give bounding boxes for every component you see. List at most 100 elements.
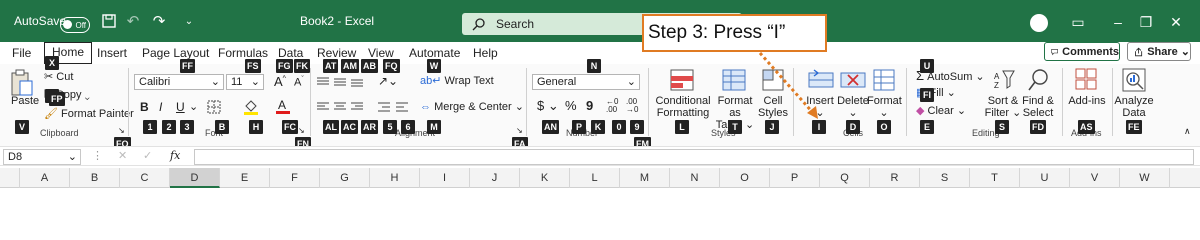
insert-function-button[interactable]: fx <box>170 149 180 162</box>
quick-access-dropdown-icon[interactable]: ⌄ <box>180 13 198 31</box>
confirm-entry-icon[interactable]: ✓ <box>143 149 152 162</box>
format-painter-button[interactable]: 🖌 Format Painter <box>44 107 134 120</box>
increase-decimal-icon[interactable]: ←0.00 <box>606 98 618 114</box>
find-select-icon[interactable] <box>1027 68 1049 95</box>
column-header[interactable]: Q <box>820 168 870 188</box>
alignment-launcher-icon[interactable]: ↘ <box>516 126 523 135</box>
column-header[interactable]: U <box>1020 168 1070 188</box>
save-icon[interactable] <box>100 13 118 31</box>
column-header[interactable]: D <box>170 168 220 188</box>
indent-icons[interactable] <box>377 101 411 116</box>
collapse-ribbon-icon[interactable]: ∧ <box>1184 126 1191 137</box>
column-header[interactable]: F <box>270 168 320 188</box>
increase-font-icon[interactable]: A^ <box>274 74 286 89</box>
delete-cells-label: Delete <box>837 95 869 107</box>
share-button[interactable]: Share ⌄ <box>1127 42 1191 61</box>
autosum-label: AutoSum <box>927 71 973 83</box>
paste-label[interactable]: Paste <box>11 95 39 107</box>
comments-button[interactable]: Comments <box>1044 42 1120 61</box>
cancel-entry-icon[interactable]: ✕ <box>118 149 127 162</box>
column-header[interactable]: B <box>70 168 120 188</box>
insert-cells-button[interactable]: Insert ⌄ <box>803 95 837 119</box>
user-avatar-icon[interactable] <box>1030 14 1048 32</box>
font-size-combo[interactable]: 11 ⌄ <box>226 74 264 90</box>
tab-insert[interactable]: Insert <box>97 44 127 62</box>
merge-center-button[interactable]: ⇔ Merge & Center ⌄ <box>420 100 524 113</box>
font-name-combo[interactable]: Calibri ⌄ <box>134 74 224 90</box>
restore-icon[interactable]: ❐ <box>1136 12 1156 32</box>
column-header[interactable]: V <box>1070 168 1120 188</box>
select-all-corner[interactable] <box>0 168 20 188</box>
keytip-badge: FQ <box>383 59 400 73</box>
tab-file[interactable]: File <box>12 44 31 62</box>
column-header[interactable]: T <box>970 168 1020 188</box>
cell-styles-line2: Styles <box>758 107 788 119</box>
clear-button[interactable]: ◆ Clear ⌄ <box>916 104 966 117</box>
font-color-icon[interactable]: A <box>276 98 290 117</box>
keytip-badge: FP <box>49 92 65 106</box>
column-header[interactable]: M <box>620 168 670 188</box>
formula-input[interactable] <box>194 149 1194 165</box>
font-launcher-icon[interactable]: ↘ <box>298 126 305 135</box>
tab-page-layout[interactable]: Page Layout <box>142 44 209 62</box>
add-ins-button[interactable]: Add-ins <box>1066 95 1108 107</box>
orientation-icon[interactable]: ↗⌄ <box>378 74 398 88</box>
bold-button[interactable]: B <box>140 100 149 114</box>
wrap-text-button[interactable]: ab↵ Wrap Text <box>420 74 494 87</box>
column-header[interactable]: H <box>370 168 420 188</box>
column-header[interactable]: K <box>520 168 570 188</box>
column-header[interactable]: E <box>220 168 270 188</box>
ribbon-display-icon[interactable]: ▭ <box>1068 12 1088 32</box>
decrease-decimal-icon[interactable]: .00 →0 <box>626 98 638 114</box>
analyze-data-icon[interactable] <box>1122 68 1146 95</box>
comma-style-button[interactable]: 9 <box>586 98 593 113</box>
tab-help[interactable]: Help <box>473 44 498 62</box>
number-format-combo[interactable]: General ⌄ <box>532 74 640 90</box>
format-as-table-icon[interactable] <box>722 69 746 94</box>
fill-color-icon[interactable] <box>243 99 259 118</box>
decrease-font-icon[interactable]: Aˇ <box>294 76 304 89</box>
insert-cells-icon[interactable] <box>808 69 834 94</box>
column-header[interactable]: R <box>870 168 920 188</box>
column-header[interactable]: O <box>720 168 770 188</box>
column-header[interactable]: G <box>320 168 370 188</box>
cut-button[interactable]: ✂ Cut <box>44 70 73 83</box>
keytip-badge: B <box>215 120 229 134</box>
redo-icon[interactable]: ↷ <box>150 13 168 31</box>
analyze-data-button[interactable]: Analyze Data <box>1114 95 1154 119</box>
minimize-icon[interactable]: – <box>1108 12 1128 32</box>
underline-dropdown-icon[interactable]: ⌄ <box>189 100 198 113</box>
currency-button[interactable]: $ ⌄ <box>537 98 559 114</box>
column-header[interactable]: C <box>120 168 170 188</box>
column-header[interactable]: P <box>770 168 820 188</box>
keytip-badge: FE <box>1126 120 1142 134</box>
format-cells-icon[interactable] <box>873 69 895 94</box>
conditional-formatting-icon[interactable] <box>670 69 694 94</box>
sort-filter-button[interactable]: Sort & Filter ⌄ <box>983 95 1023 119</box>
align-top-icon[interactable] <box>316 76 366 91</box>
add-ins-icon[interactable] <box>1075 68 1097 93</box>
borders-icon[interactable] <box>207 100 221 117</box>
keytip-badge: H <box>249 120 263 134</box>
align-left-icon[interactable] <box>316 101 366 116</box>
underline-button[interactable]: U <box>176 100 185 114</box>
column-header[interactable]: A <box>20 168 70 188</box>
sort-filter-icon[interactable]: AZ <box>993 69 1015 94</box>
autosave-toggle[interactable]: Off <box>60 17 90 33</box>
name-box-chevron-icon[interactable]: ⌄ <box>68 150 77 164</box>
delete-cells-button[interactable]: Delete ⌄ <box>835 95 871 119</box>
italic-button[interactable]: I <box>159 100 162 114</box>
cell-styles-icon[interactable] <box>762 69 784 94</box>
column-header[interactable]: J <box>470 168 520 188</box>
name-box[interactable]: D8 ⌄ <box>3 149 81 165</box>
column-header[interactable]: W <box>1120 168 1170 188</box>
format-cells-button[interactable]: Format ⌄ <box>867 95 902 119</box>
column-header[interactable]: I <box>420 168 470 188</box>
percent-button[interactable]: % <box>565 98 577 113</box>
column-header[interactable]: S <box>920 168 970 188</box>
clipboard-launcher-icon[interactable]: ↘ <box>118 126 125 135</box>
close-icon[interactable]: ✕ <box>1166 12 1186 32</box>
column-header[interactable]: N <box>670 168 720 188</box>
column-header[interactable]: L <box>570 168 620 188</box>
delete-cells-icon[interactable] <box>840 69 866 94</box>
